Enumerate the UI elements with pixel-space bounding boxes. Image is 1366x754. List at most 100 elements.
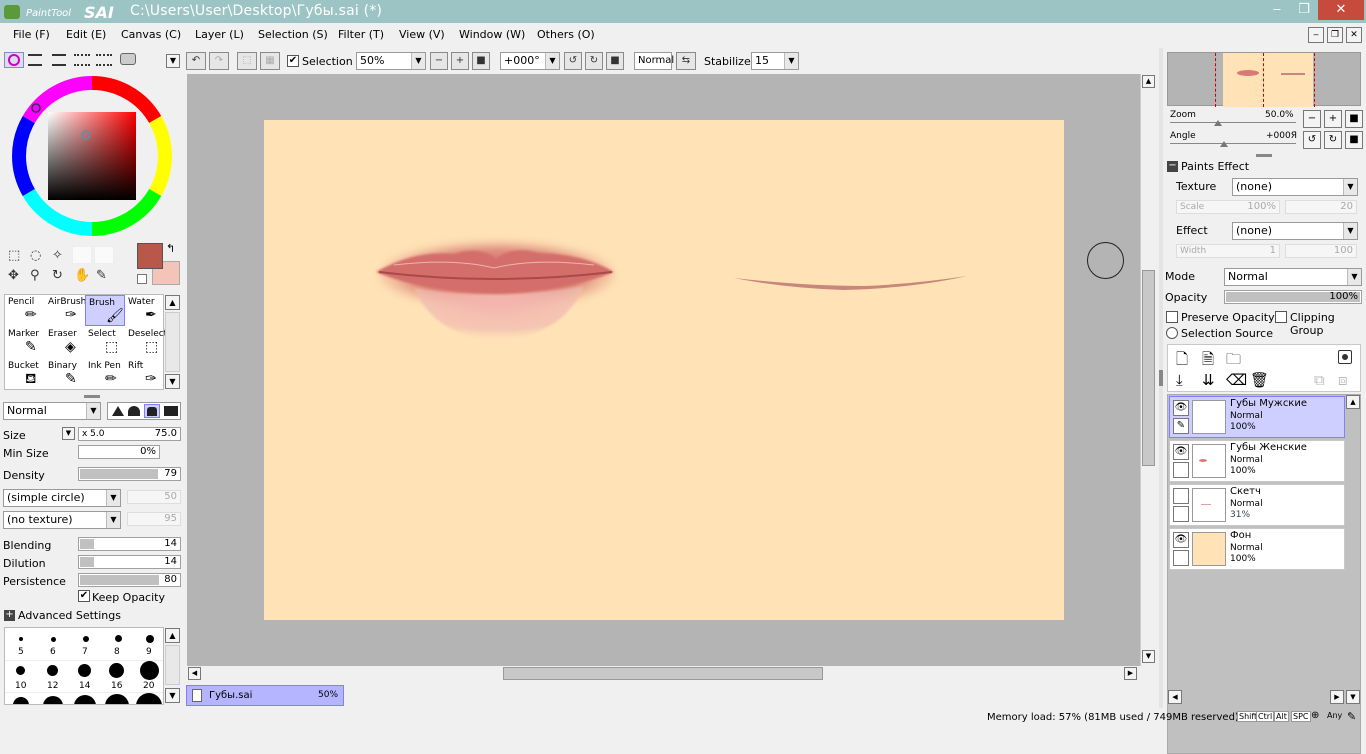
eye-icon[interactable]: 👁 <box>1173 532 1189 548</box>
merge-down-icon[interactable]: ⇊ <box>1202 371 1215 389</box>
scratchpad-tab[interactable] <box>120 53 136 65</box>
canvas-vertical-scrollbar[interactable]: ▲ ▼ <box>1140 74 1156 666</box>
zoom-out-button[interactable]: − <box>430 52 448 70</box>
advanced-settings-label[interactable]: Advanced Settings <box>18 609 121 622</box>
lock-slot[interactable] <box>1173 462 1189 478</box>
menu-canvas[interactable]: Canvas (C) <box>121 28 181 41</box>
swap-colors-icon[interactable]: ↰ <box>166 242 175 255</box>
size-slider[interactable]: x 5.0 75.0 <box>78 427 181 441</box>
brush-texture-select[interactable]: (no texture) ▼ <box>3 511 121 529</box>
keep-opacity-checkbox[interactable]: ✔ <box>78 590 90 602</box>
scale-slider[interactable]: Scale 100% <box>1176 200 1280 214</box>
layer-item[interactable]: 👁 Губы Женские Normal 100% <box>1169 440 1345 482</box>
menu-edit[interactable]: Edit (E) <box>66 28 106 41</box>
density-slider[interactable]: 79 <box>78 467 181 481</box>
edge-hard-icon[interactable] <box>144 404 160 418</box>
preserve-opacity-checkbox[interactable] <box>1166 311 1178 323</box>
menu-filter[interactable]: Filter (T) <box>338 28 384 41</box>
expand-icon[interactable]: + <box>4 610 15 621</box>
tool-rift[interactable]: Rift ✑ <box>125 359 165 390</box>
pen-icon[interactable]: ✎ <box>1173 418 1189 434</box>
layer-item[interactable]: 👁 Фон Normal 100% <box>1169 528 1345 570</box>
eye-icon[interactable]: 👁 <box>1173 444 1189 460</box>
rotate-left-button[interactable]: ↺ <box>564 52 582 70</box>
document-tab[interactable]: Губы.sai 50% <box>186 685 344 706</box>
menu-others[interactable]: Others (O) <box>537 28 595 41</box>
hand-icon[interactable]: ✋ <box>74 268 90 283</box>
color-wheel[interactable] <box>10 74 174 238</box>
blending-slider[interactable]: 14 <box>78 537 181 551</box>
splitter-grip[interactable] <box>84 395 100 398</box>
layer-item[interactable]: Скетч Normal 31% <box>1169 484 1345 526</box>
primary-color-swatch[interactable] <box>137 243 163 269</box>
zoom-icon[interactable]: ⚲ <box>30 268 40 283</box>
nav-rotate-left-button[interactable]: ↺ <box>1303 131 1321 149</box>
color-mixer-tab[interactable] <box>74 54 90 66</box>
shape-strength-slider[interactable]: 50 <box>127 490 181 504</box>
size-dot[interactable] <box>16 666 25 675</box>
nav-rotate-right-button[interactable]: ↻ <box>1324 131 1342 149</box>
edge-sharp-icon[interactable] <box>164 406 178 416</box>
flip-horizontal-button[interactable]: ⇆ <box>676 52 696 70</box>
dilution-slider[interactable]: 14 <box>78 555 181 569</box>
nav-zoom-reset-button[interactable]: ■ <box>1345 110 1363 128</box>
tools-scroll-down[interactable]: ▼ <box>165 374 180 389</box>
nav-rotate-reset-button[interactable]: ■ <box>1345 131 1363 149</box>
menu-selection[interactable]: Selection (S) <box>258 28 328 41</box>
canvas-horizontal-scrollbar[interactable]: ◀ ▶ <box>187 666 1140 682</box>
eye-icon[interactable]: 👁 <box>1173 400 1189 416</box>
min-size-slider[interactable]: 0% <box>78 445 160 459</box>
move-icon[interactable]: ✥ <box>8 268 19 283</box>
layers-scroll-down[interactable]: ▼ <box>1346 690 1360 704</box>
layer-opacity-slider[interactable]: 100% <box>1224 290 1362 304</box>
tool-water[interactable]: Water ✒ <box>125 295 165 326</box>
deselect-button[interactable]: ⬚ <box>237 52 257 70</box>
zoom-reset-button[interactable]: ■ <box>472 52 490 70</box>
mask-icon[interactable] <box>1338 350 1352 364</box>
view-mode-field[interactable]: Normal <box>634 52 674 70</box>
selection-checkbox[interactable]: ✔ <box>287 55 299 67</box>
size-dot[interactable] <box>51 637 56 642</box>
angle-slider[interactable] <box>1170 141 1296 147</box>
tool-select[interactable]: Select ⬚ <box>85 327 125 358</box>
zoom-in-button[interactable]: + <box>451 52 469 70</box>
nav-zoom-in-button[interactable]: + <box>1324 110 1342 128</box>
tool-bucket[interactable]: Bucket ⛾ <box>5 359 45 390</box>
splitter-grip[interactable] <box>1256 154 1272 157</box>
tools-scrollbar[interactable] <box>165 312 180 372</box>
size-dot[interactable] <box>19 637 23 641</box>
scroll-right-button[interactable]: ▶ <box>1124 667 1137 680</box>
angle-select[interactable]: +000° ▼ <box>500 52 560 70</box>
nav-zoom-out-button[interactable]: − <box>1303 110 1321 128</box>
size-dot[interactable] <box>146 635 154 643</box>
tool-eraser[interactable]: Eraser ◈ <box>45 327 85 358</box>
stabilizer-select[interactable]: 15 ▼ <box>751 52 799 70</box>
clear-layer-icon[interactable]: ⌫ <box>1226 371 1247 389</box>
size-dot[interactable] <box>115 635 122 642</box>
size-dot[interactable] <box>78 664 91 677</box>
scroll-up-button[interactable]: ▲ <box>1142 75 1155 88</box>
lock-slot[interactable] <box>1173 550 1189 566</box>
rotate-icon[interactable]: ↻ <box>52 268 63 283</box>
layer-item[interactable]: 👁 ✎ Губы Мужские Normal 100% <box>1169 396 1345 438</box>
apply-mask-icon[interactable]: ⧉ <box>1314 371 1325 389</box>
tool-ink-pen[interactable]: Ink Pen ✏ <box>85 359 125 390</box>
maximize-button[interactable]: ❐ <box>1290 0 1318 20</box>
color-wheel-tab[interactable] <box>4 52 24 68</box>
scroll-left-button[interactable]: ◀ <box>188 667 201 680</box>
presets-scrollbar[interactable] <box>165 645 180 685</box>
tools-scroll-up[interactable]: ▲ <box>165 295 180 310</box>
menu-file[interactable]: File (F) <box>13 28 50 41</box>
layers-scroll-left[interactable]: ◀ <box>1168 690 1182 704</box>
texture-select[interactable]: (none) ▼ <box>1232 178 1358 196</box>
brush-blend-mode-select[interactable]: Normal ▼ <box>3 402 101 420</box>
selection-source-radio[interactable] <box>1166 327 1178 339</box>
tool-deselect[interactable]: Deselect ⬚ <box>125 327 167 358</box>
rotate-reset-button[interactable]: ■ <box>606 52 624 70</box>
redo-button[interactable]: ↷ <box>209 52 229 70</box>
trash-icon[interactable]: 🗑 <box>1250 371 1269 389</box>
tool-airbrush[interactable]: AirBrush ✑ <box>45 295 86 326</box>
tool-pencil[interactable]: Pencil ✏ <box>5 295 45 326</box>
minimize-button[interactable]: ‒ <box>1264 0 1290 20</box>
panel-menu-button[interactable]: ▼ <box>166 54 180 68</box>
